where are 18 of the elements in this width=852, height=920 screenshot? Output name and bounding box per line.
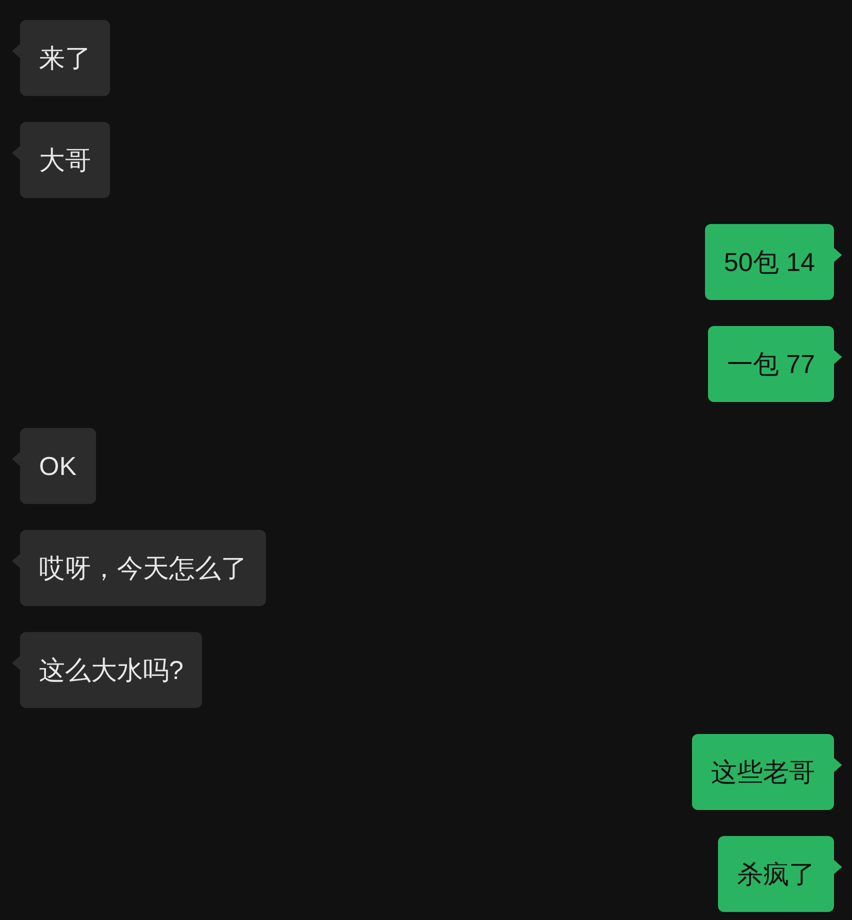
bubble-tail-icon [12,146,20,160]
bubble-tail-icon [12,44,20,58]
message-bubble: 一包 77 [708,326,834,402]
message-bubble: 这么大水吗? [20,632,202,708]
message-bubble: 这些老哥 [692,734,834,810]
message-bubble: 来了 [20,20,110,96]
bubble-tail-icon [834,350,842,364]
message-bubble: 50包 14 [704,224,834,300]
message-bubble: 杀疯了 [718,836,834,912]
bubble-tail-icon [834,248,842,262]
message-bubble: 大哥 [20,122,110,198]
bubble-tail-icon [12,656,20,670]
bubble-tail-icon [12,452,20,466]
bubble-tail-icon [834,758,842,772]
bubble-tail-icon [12,554,20,568]
message-bubble: OK [20,428,96,504]
bubble-tail-icon [834,860,842,874]
message-bubble: 哎呀，今天怎么了 [20,530,266,606]
